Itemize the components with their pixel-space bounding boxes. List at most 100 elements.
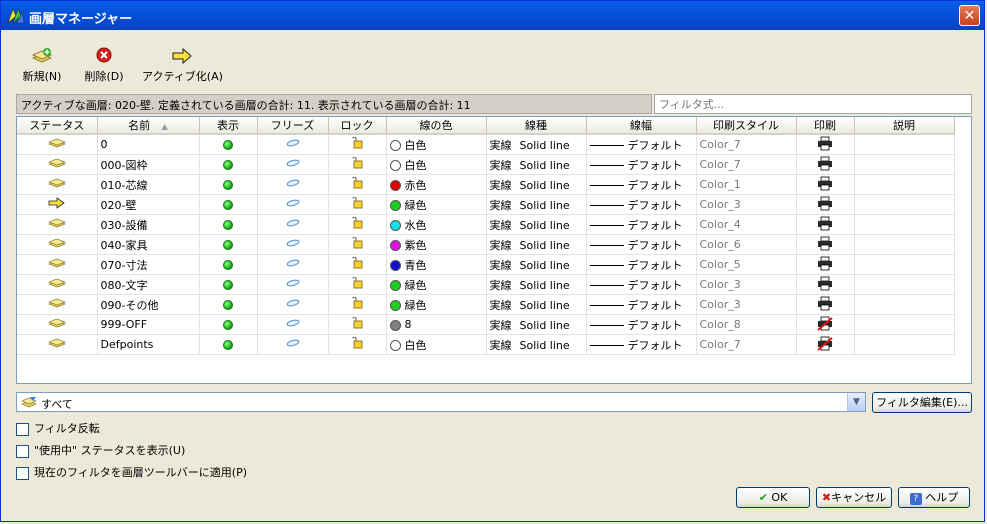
linetype-cell[interactable]: 実線 Solid line: [486, 274, 587, 295]
linetype-cell[interactable]: 実線 Solid line: [486, 134, 587, 155]
status-cell[interactable]: [17, 334, 98, 355]
plotstyle-cell[interactable]: Color_3: [696, 274, 797, 295]
table-row[interactable]: 090-その他 緑色 実線 Solid line デフォルト Color_3: [17, 294, 955, 315]
linetype-cell[interactable]: 実線 Solid line: [486, 194, 587, 215]
title-bar[interactable]: 画層マネージャー ✕: [1, 1, 984, 30]
plot-cell[interactable]: [796, 194, 855, 215]
layer-name-cell[interactable]: 030-設備: [97, 214, 200, 235]
ok-button[interactable]: ✔ OK: [736, 487, 810, 508]
layer-name-cell[interactable]: Defpoints: [97, 334, 200, 355]
plotstyle-cell[interactable]: Color_3: [696, 194, 797, 215]
linetype-cell[interactable]: 実線 Solid line: [486, 334, 587, 355]
lineweight-cell[interactable]: デフォルト: [586, 234, 697, 255]
column-header-freeze[interactable]: フリーズ: [257, 117, 329, 135]
lock-cell[interactable]: [328, 154, 387, 175]
lock-cell[interactable]: [328, 254, 387, 275]
status-cell[interactable]: [17, 254, 98, 275]
lock-cell[interactable]: [328, 214, 387, 235]
lock-cell[interactable]: [328, 314, 387, 335]
table-row[interactable]: 080-文字 緑色 実線 Solid line デフォルト Color_3: [17, 274, 955, 295]
description-cell[interactable]: [854, 214, 955, 235]
edit-filter-button[interactable]: フィルタ編集(E)...: [872, 392, 972, 413]
linetype-cell[interactable]: 実線 Solid line: [486, 254, 587, 275]
lineweight-cell[interactable]: デフォルト: [586, 174, 697, 195]
column-header-lock[interactable]: ロック: [328, 117, 387, 135]
plot-cell[interactable]: [796, 134, 855, 155]
column-header-on[interactable]: 表示: [199, 117, 258, 135]
lock-cell[interactable]: [328, 294, 387, 315]
color-cell[interactable]: 赤色: [386, 174, 487, 195]
description-cell[interactable]: [854, 194, 955, 215]
plotstyle-cell[interactable]: Color_6: [696, 234, 797, 255]
color-cell[interactable]: 青色: [386, 254, 487, 275]
help-button[interactable]: ? ヘルプ: [898, 487, 970, 508]
on-cell[interactable]: [199, 334, 258, 355]
plotstyle-cell[interactable]: Color_3: [696, 294, 797, 315]
color-cell[interactable]: 紫色: [386, 234, 487, 255]
linetype-cell[interactable]: 実線 Solid line: [486, 154, 587, 175]
table-row[interactable]: 040-家具 紫色 実線 Solid line デフォルト Color_6: [17, 234, 955, 255]
freeze-cell[interactable]: [257, 314, 329, 335]
lock-cell[interactable]: [328, 234, 387, 255]
table-row[interactable]: 999-OFF 8 実線 Solid line デフォルト Color_8: [17, 314, 955, 335]
column-header-color[interactable]: 線の色: [386, 117, 487, 135]
lineweight-cell[interactable]: デフォルト: [586, 334, 697, 355]
status-cell[interactable]: [17, 234, 98, 255]
linetype-cell[interactable]: 実線 Solid line: [486, 214, 587, 235]
layer-name-cell[interactable]: 000-図枠: [97, 154, 200, 175]
plot-cell[interactable]: [796, 254, 855, 275]
activate-layer-button[interactable]: アクティブ化(A): [142, 46, 223, 84]
description-cell[interactable]: [854, 134, 955, 155]
color-cell[interactable]: 白色: [386, 334, 487, 355]
status-cell[interactable]: [17, 134, 98, 155]
freeze-cell[interactable]: [257, 214, 329, 235]
column-header-status[interactable]: ステータス: [17, 117, 98, 135]
freeze-cell[interactable]: [257, 254, 329, 275]
description-cell[interactable]: [854, 334, 955, 355]
show-in-use-checkbox[interactable]: [16, 444, 29, 458]
layer-name-cell[interactable]: 090-その他: [97, 294, 200, 315]
lineweight-cell[interactable]: デフォルト: [586, 294, 697, 315]
freeze-cell[interactable]: [257, 294, 329, 315]
on-cell[interactable]: [199, 254, 258, 275]
status-cell[interactable]: [17, 214, 98, 235]
layer-name-cell[interactable]: 070-寸法: [97, 254, 200, 275]
plot-cell[interactable]: [796, 154, 855, 175]
lineweight-cell[interactable]: デフォルト: [586, 154, 697, 175]
status-cell[interactable]: [17, 274, 98, 295]
new-layer-button[interactable]: 新規(N): [16, 46, 68, 84]
description-cell[interactable]: [854, 174, 955, 195]
freeze-cell[interactable]: [257, 274, 329, 295]
color-cell[interactable]: 緑色: [386, 294, 487, 315]
layer-name-cell[interactable]: 020-壁: [97, 194, 200, 215]
plot-cell[interactable]: [796, 294, 855, 315]
linetype-cell[interactable]: 実線 Solid line: [486, 294, 587, 315]
color-cell[interactable]: 白色: [386, 154, 487, 175]
layer-name-cell[interactable]: 0: [97, 134, 200, 155]
on-cell[interactable]: [199, 154, 258, 175]
color-cell[interactable]: 水色: [386, 214, 487, 235]
on-cell[interactable]: [199, 314, 258, 335]
plotstyle-cell[interactable]: Color_5: [696, 254, 797, 275]
layer-name-cell[interactable]: 040-家具: [97, 234, 200, 255]
lock-cell[interactable]: [328, 134, 387, 155]
table-row[interactable]: 0 白色 実線 Solid line デフォルト Color_7: [17, 134, 955, 155]
freeze-cell[interactable]: [257, 194, 329, 215]
freeze-cell[interactable]: [257, 174, 329, 195]
plot-cell[interactable]: [796, 334, 855, 355]
invert-filter-option[interactable]: フィルタ反転: [16, 420, 100, 436]
status-cell[interactable]: [17, 294, 98, 315]
plot-cell[interactable]: [796, 234, 855, 255]
cancel-button[interactable]: ✖キャンセル: [816, 487, 892, 508]
lineweight-cell[interactable]: デフォルト: [586, 314, 697, 335]
on-cell[interactable]: [199, 134, 258, 155]
lock-cell[interactable]: [328, 274, 387, 295]
apply-toolbar-option[interactable]: 現在のフィルタを画層ツールバーに適用(P): [16, 464, 247, 480]
layer-name-cell[interactable]: 080-文字: [97, 274, 200, 295]
lineweight-cell[interactable]: デフォルト: [586, 254, 697, 275]
status-cell[interactable]: [17, 194, 98, 215]
column-header-linetype[interactable]: 線種: [486, 117, 587, 135]
lineweight-cell[interactable]: デフォルト: [586, 194, 697, 215]
freeze-cell[interactable]: [257, 234, 329, 255]
delete-layer-button[interactable]: 削除(D): [76, 46, 132, 84]
